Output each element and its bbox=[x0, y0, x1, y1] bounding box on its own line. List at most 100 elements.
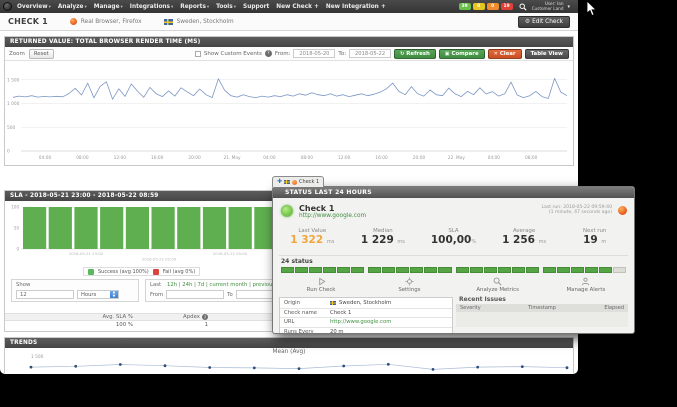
to-date-input[interactable]: 2018-05-22 bbox=[349, 49, 391, 58]
app-logo-icon[interactable] bbox=[3, 2, 12, 11]
chevron-down-icon: ▾ bbox=[121, 5, 123, 10]
last-from-input[interactable] bbox=[166, 290, 224, 299]
status-badge-warning[interactable]: 0 bbox=[473, 3, 485, 10]
status-segment[interactable] bbox=[498, 267, 511, 273]
status-segment[interactable] bbox=[470, 267, 483, 273]
chart-toolbar: Zoom Reset Show Custom Events ? From: 20… bbox=[5, 47, 573, 61]
nav-menu-new-integration[interactable]: New Integration + bbox=[326, 4, 386, 10]
recent-issues-header: Severity Timestamp Elapsed bbox=[456, 304, 628, 312]
status-segment[interactable] bbox=[368, 267, 381, 273]
nav-menu-integrations[interactable]: Integrations▾ bbox=[130, 4, 174, 10]
check-browser: Real Browser, Firefox bbox=[70, 18, 142, 25]
status-segment[interactable] bbox=[351, 267, 364, 273]
play-icon bbox=[317, 277, 326, 286]
status-segment[interactable] bbox=[512, 267, 525, 273]
nav-menu-new-check[interactable]: New Check + bbox=[276, 4, 319, 10]
popup-check-summary: Check 1 http://www.google.com bbox=[281, 204, 366, 220]
from-date-input[interactable]: 2018-05-20 bbox=[293, 49, 335, 58]
svg-text:16:00: 16:00 bbox=[151, 155, 164, 161]
status-segment[interactable] bbox=[613, 267, 626, 273]
settings-button[interactable]: Settings bbox=[365, 277, 453, 293]
show-custom-events-checkbox[interactable] bbox=[195, 51, 201, 57]
status-segment[interactable] bbox=[337, 267, 350, 273]
status-segment[interactable] bbox=[396, 267, 409, 273]
returned-value-panel: RETURNED VALUE: TOTAL BROWSER RENDER TIM… bbox=[4, 36, 574, 166]
svg-text:20:00: 20:00 bbox=[413, 155, 426, 161]
svg-text:2018-05-22 02:00: 2018-05-22 02:00 bbox=[142, 257, 177, 262]
table-row: Origin Sweden, Stockholm bbox=[280, 298, 452, 308]
table-view-button[interactable]: Table View bbox=[525, 49, 569, 59]
status-segment[interactable] bbox=[599, 267, 612, 273]
trends-line-chart[interactable] bbox=[5, 356, 573, 372]
nav-menu-analyze[interactable]: Analyze▾ bbox=[58, 4, 87, 10]
magnifier-icon bbox=[493, 277, 502, 286]
success-legend-label: Success (avg 100%) bbox=[98, 269, 149, 275]
nav-menu-manage[interactable]: Manage▾ bbox=[94, 4, 123, 10]
status-badge-down[interactable]: 19 bbox=[501, 3, 513, 10]
manage-alerts-button[interactable]: Manage Alerts bbox=[542, 277, 630, 293]
status-segment[interactable] bbox=[526, 267, 539, 273]
status-segment[interactable] bbox=[456, 267, 469, 273]
nav-menu-tools[interactable]: Tools▾ bbox=[216, 4, 236, 10]
top-nav: Overview▾ Analyze▾ Manage▾ Integrations▾… bbox=[0, 0, 578, 13]
reset-zoom-button[interactable]: Reset bbox=[29, 49, 54, 59]
status-segment[interactable] bbox=[484, 267, 497, 273]
fail-legend-icon bbox=[153, 269, 159, 275]
nav-menu-support[interactable]: Support bbox=[243, 4, 269, 10]
popup-title[interactable]: STATUS LAST 24 HOURS bbox=[273, 187, 634, 198]
svg-text:0: 0 bbox=[7, 149, 10, 155]
status-segment[interactable] bbox=[543, 267, 556, 273]
popup-check-url[interactable]: http://www.google.com bbox=[299, 213, 366, 220]
search-icon[interactable] bbox=[519, 3, 527, 11]
svg-text:500: 500 bbox=[7, 125, 15, 131]
run-check-button[interactable]: Run Check bbox=[277, 277, 365, 293]
to-label: To: bbox=[338, 51, 346, 57]
status-badge-degraded[interactable]: 0 bbox=[487, 3, 499, 10]
status-segment[interactable] bbox=[323, 267, 336, 273]
user-menu[interactable]: User: Ian Customer Land bbox=[532, 2, 564, 11]
analyze-metrics-button[interactable]: Analyze Metrics bbox=[454, 277, 542, 293]
show-value-input[interactable]: 12 bbox=[16, 290, 74, 299]
status-segment[interactable] bbox=[382, 267, 395, 273]
check-title: CHECK 1 bbox=[8, 17, 48, 26]
clear-button[interactable]: ✕Clear bbox=[488, 49, 522, 59]
last-label: Last bbox=[150, 282, 161, 288]
check-url-link[interactable]: http://www.google.com bbox=[330, 319, 391, 325]
status-segment[interactable] bbox=[438, 267, 451, 273]
trends-series-label: Mean (Avg) bbox=[5, 349, 573, 355]
render-time-chart[interactable]: 1 5001 000500004:0008:0012:0016:0020:002… bbox=[5, 61, 573, 165]
screen: Overview▾ Analyze▾ Manage▾ Integrations▾… bbox=[0, 0, 677, 407]
status-segment[interactable] bbox=[295, 267, 308, 273]
nav-menu-overview[interactable]: Overview▾ bbox=[17, 4, 51, 10]
show-unit-select[interactable]: Hours▲▼ bbox=[77, 290, 119, 299]
refresh-button[interactable]: ↻Refresh bbox=[394, 49, 436, 59]
stepper-icon[interactable]: ▲▼ bbox=[110, 291, 118, 298]
compare-button[interactable]: ▣Compare bbox=[439, 49, 485, 59]
status-segment[interactable] bbox=[309, 267, 322, 273]
popup-tab-label: Check 1 bbox=[299, 179, 319, 185]
table-row: Runs Every 20 m bbox=[280, 327, 452, 335]
move-icon[interactable]: ✚ bbox=[277, 179, 282, 185]
user-menu-caret-icon[interactable]: ▾ bbox=[567, 4, 570, 10]
status-badge-up[interactable]: 39 bbox=[459, 3, 471, 10]
edit-check-button[interactable]: ⚙ Edit Check bbox=[518, 16, 570, 28]
timestamp-header: Timestamp bbox=[515, 305, 570, 311]
apdex-header: Apdex? bbox=[133, 314, 208, 320]
svg-text:04:00: 04:00 bbox=[263, 155, 276, 161]
help-icon[interactable]: ? bbox=[265, 50, 272, 57]
status-24-bar[interactable] bbox=[281, 267, 626, 273]
status-segment[interactable] bbox=[571, 267, 584, 273]
status-segment[interactable] bbox=[557, 267, 570, 273]
nav-menus: Overview▾ Analyze▾ Manage▾ Integrations▾… bbox=[17, 4, 386, 10]
status-segment[interactable] bbox=[281, 267, 294, 273]
status-segment[interactable] bbox=[585, 267, 598, 273]
svg-text:04:00: 04:00 bbox=[39, 155, 52, 161]
status-segment[interactable] bbox=[410, 267, 423, 273]
last-to-label: To bbox=[227, 292, 233, 298]
nav-menu-reports[interactable]: Reports▾ bbox=[180, 4, 209, 10]
status-segment[interactable] bbox=[424, 267, 437, 273]
popup-tab[interactable]: ✚ Check 1 bbox=[272, 176, 324, 187]
mouse-cursor bbox=[586, 1, 597, 17]
popup-actions: Run Check Settings Analyze Metrics Manag… bbox=[277, 277, 630, 293]
refresh-icon: ↻ bbox=[400, 51, 404, 57]
